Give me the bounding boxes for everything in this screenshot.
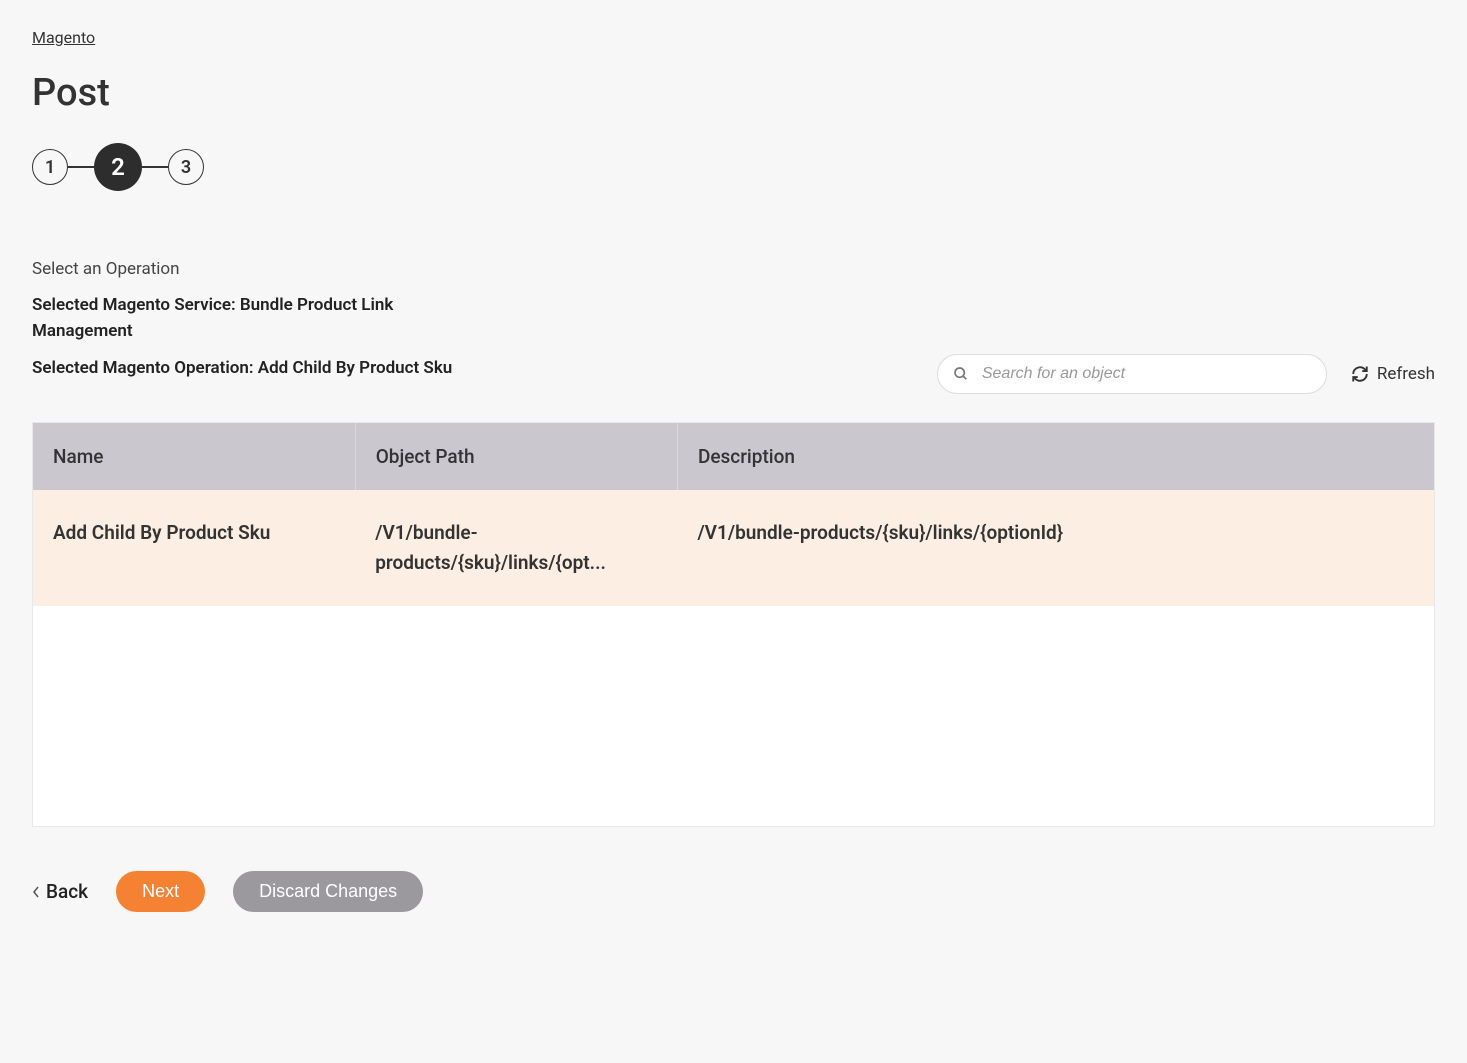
step-connector [142,166,168,168]
page-title: Post [32,71,1435,115]
search-input[interactable] [937,354,1327,394]
footer-actions: Back Next Discard Changes [32,871,1435,912]
chevron-left-icon [32,886,40,898]
refresh-icon [1351,365,1369,383]
search-box [937,354,1327,394]
refresh-button[interactable]: Refresh [1351,364,1435,384]
operations-table: Name Object Path Description Add Child B… [32,422,1435,828]
step-connector [68,166,94,168]
search-icon [953,366,969,382]
step-2[interactable]: 2 [94,143,142,191]
stepper: 1 2 3 [32,143,1435,191]
discard-button[interactable]: Discard Changes [233,871,423,912]
back-label: Back [46,880,88,903]
column-header-object-path[interactable]: Object Path [355,423,677,490]
cell-object-path: /V1/bundle-products/{sku}/links/{opt... [355,490,677,607]
cell-description: /V1/bundle-products/{sku}/links/{optionI… [677,490,1434,607]
breadcrumb[interactable]: Magento [32,28,95,47]
next-button[interactable]: Next [116,871,205,912]
table-empty-space [33,606,1434,826]
selected-operation: Selected Magento Operation: Add Child By… [32,356,462,382]
selection-info: Selected Magento Service: Bundle Product… [32,293,937,394]
table-row[interactable]: Add Child By Product Sku /V1/bundle-prod… [33,490,1434,607]
step-1[interactable]: 1 [32,149,68,185]
refresh-label: Refresh [1377,364,1435,384]
column-header-description[interactable]: Description [677,423,1434,490]
column-header-name[interactable]: Name [33,423,355,490]
back-button[interactable]: Back [32,880,88,903]
cell-name: Add Child By Product Sku [33,490,355,607]
section-label: Select an Operation [32,259,1435,279]
selected-service: Selected Magento Service: Bundle Product… [32,293,462,344]
step-3[interactable]: 3 [168,149,204,185]
